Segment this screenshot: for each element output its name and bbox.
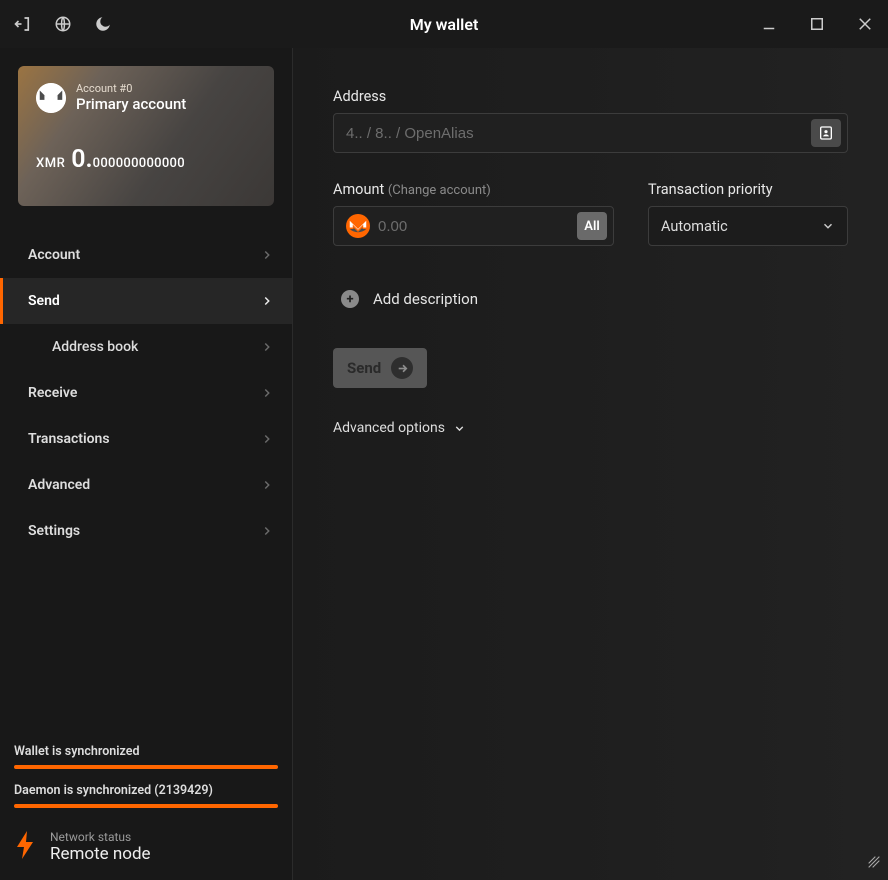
moon-icon[interactable]: [92, 13, 114, 35]
network-status-label: Network status: [50, 830, 151, 844]
bolt-icon: [14, 831, 38, 863]
nav-settings[interactable]: Settings: [0, 508, 292, 554]
nav-account[interactable]: Account: [0, 232, 292, 278]
add-description-button[interactable]: + Add description: [333, 290, 848, 308]
advanced-options-label: Advanced options: [333, 420, 445, 436]
priority-select[interactable]: Automatic: [648, 206, 848, 246]
close-button[interactable]: [854, 13, 876, 35]
chevron-right-icon: [260, 294, 274, 308]
priority-label: Transaction priority: [648, 181, 848, 198]
nav-label: Transactions: [28, 431, 110, 447]
chevron-right-icon: [260, 386, 274, 400]
nav-receive[interactable]: Receive: [0, 370, 292, 416]
address-book-button[interactable]: [811, 119, 841, 147]
amount-label: Amount (Change account): [333, 181, 614, 198]
add-description-label: Add description: [373, 290, 478, 308]
chevron-down-icon: [453, 422, 466, 435]
arrow-right-circle-icon: [391, 357, 413, 379]
amount-input[interactable]: [378, 218, 577, 235]
account-number: Account #0: [76, 82, 186, 95]
chevron-right-icon: [260, 432, 274, 446]
resize-handle-icon[interactable]: [866, 854, 882, 874]
chevron-right-icon: [260, 340, 274, 354]
account-name: Primary account: [76, 95, 186, 113]
daemon-sync-bar: [14, 804, 278, 808]
maximize-button[interactable]: [806, 13, 828, 35]
logout-icon[interactable]: [12, 13, 34, 35]
advanced-options-toggle[interactable]: Advanced options: [333, 420, 848, 436]
minimize-button[interactable]: [758, 13, 780, 35]
balance: XMR 0.000000000000: [36, 145, 256, 174]
nav-label: Address book: [52, 339, 138, 355]
send-button-label: Send: [347, 359, 381, 377]
nav-label: Account: [28, 247, 80, 263]
nav-label: Send: [28, 293, 60, 309]
amount-input-wrap[interactable]: All: [333, 206, 614, 246]
network-status-value: Remote node: [50, 844, 151, 864]
window-title: My wallet: [0, 15, 888, 34]
nav-address-book[interactable]: Address book: [0, 324, 292, 370]
chevron-right-icon: [260, 478, 274, 492]
nav-transactions[interactable]: Transactions: [0, 416, 292, 462]
amount-all-button[interactable]: All: [577, 212, 607, 240]
address-input-wrap[interactable]: [333, 113, 848, 153]
nav-label: Receive: [28, 385, 77, 401]
nav-send[interactable]: Send: [0, 278, 292, 324]
change-account-link[interactable]: (Change account): [388, 183, 491, 198]
chevron-right-icon: [260, 524, 274, 538]
nav-advanced[interactable]: Advanced: [0, 462, 292, 508]
priority-value: Automatic: [661, 218, 728, 235]
daemon-sync-status: Daemon is synchronized (2139429): [14, 783, 278, 798]
monero-icon: [346, 214, 370, 238]
chevron-right-icon: [260, 248, 274, 262]
globe-icon[interactable]: [52, 13, 74, 35]
plus-circle-icon: +: [341, 290, 359, 308]
monero-logo-icon: [36, 83, 66, 113]
nav-label: Settings: [28, 523, 80, 539]
nav-label: Advanced: [28, 477, 90, 493]
wallet-sync-bar: [14, 765, 278, 769]
address-label: Address: [333, 88, 848, 105]
network-status[interactable]: Network status Remote node: [14, 830, 278, 864]
account-card[interactable]: Account #0 Primary account XMR 0.0000000…: [18, 66, 274, 206]
address-input[interactable]: [346, 125, 811, 142]
send-button[interactable]: Send: [333, 348, 427, 388]
chevron-down-icon: [821, 219, 835, 233]
wallet-sync-status: Wallet is synchronized: [14, 744, 278, 759]
